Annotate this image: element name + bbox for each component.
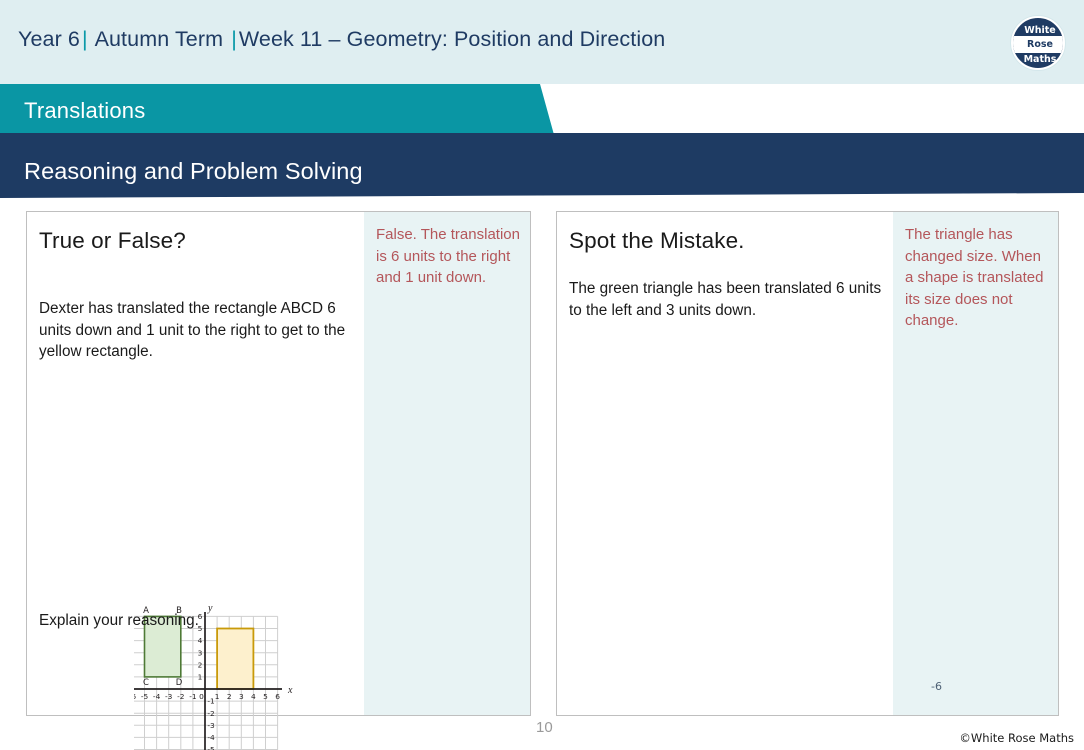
svg-text:4: 4	[198, 636, 203, 645]
y-tick-labels-left: 6 5 4 3 2 1 -1 -2 -3 -4 -5 -6	[198, 612, 215, 750]
yellow-rectangle	[216, 627, 255, 690]
svg-text:-3: -3	[207, 721, 215, 730]
section-banner-label: Reasoning and Problem Solving	[24, 158, 363, 184]
svg-text:1: 1	[215, 692, 220, 701]
question-panel-1: True or False? Dexter has translated the…	[26, 211, 531, 750]
svg-text:-6: -6	[134, 692, 136, 701]
breadcrumb: Year 6| Autumn Term |Week 11 – Geometry:…	[18, 27, 665, 52]
svg-text:-4: -4	[207, 733, 215, 742]
breadcrumb-term: Autumn Term	[94, 27, 224, 51]
svg-text:-1: -1	[189, 692, 197, 701]
page-number: 10	[536, 719, 553, 736]
x-axis-label-left: x	[287, 685, 293, 696]
question-body-1: True or False? Dexter has translated the…	[27, 212, 365, 750]
white-rose-maths-logo: White Rose Maths	[1011, 16, 1065, 70]
svg-text:-5: -5	[207, 745, 215, 750]
svg-text:-2: -2	[177, 692, 184, 701]
breadcrumb-separator-1: |	[81, 27, 88, 51]
question-text-2: The green triangle has been translated 6…	[569, 280, 882, 319]
coordinate-grid-left: y x -6 -5 -4 -3 -2 -1 0 1 2 3 4 5 6	[134, 603, 293, 750]
svg-text:-4: -4	[153, 692, 161, 701]
svg-text:4: 4	[251, 692, 256, 701]
header-band: Year 6| Autumn Term |Week 11 – Geometry:…	[0, 0, 1084, 84]
slide-page: Year 6| Autumn Term |Week 11 – Geometry:…	[0, 0, 1084, 750]
question-title-2: Spot the Mistake.	[569, 228, 745, 253]
answer-body-1: False. The translation is 6 units to the…	[364, 212, 530, 715]
vertex-label-D: D	[176, 678, 183, 688]
svg-text:2: 2	[227, 692, 232, 701]
svg-text:3: 3	[239, 692, 244, 701]
svg-text:-1: -1	[207, 697, 215, 706]
svg-text:-5: -5	[141, 692, 149, 701]
svg-text:1: 1	[198, 673, 203, 682]
stray-label: -6	[931, 680, 942, 693]
question-body-2: Spot the Mistake. The green triangle has…	[557, 212, 894, 715]
svg-text:5: 5	[263, 692, 268, 701]
svg-text:3: 3	[198, 648, 203, 657]
answer-text-1: False. The translation is 6 units to the…	[376, 226, 520, 287]
breadcrumb-separator-2: |	[231, 27, 237, 51]
question-title-1: True or False?	[39, 228, 186, 253]
logo-line-white: White	[1024, 25, 1056, 36]
y-axis-label-left: y	[207, 603, 213, 614]
logo-line-maths: Maths	[1023, 54, 1057, 65]
svg-text:0: 0	[199, 692, 204, 701]
topic-banner-label: Translations	[24, 98, 146, 123]
question-panel-2: Spot the Mistake. The green triangle has…	[556, 211, 1059, 716]
svg-text:2: 2	[198, 660, 203, 669]
copyright-notice: ©White Rose Maths	[959, 731, 1074, 745]
svg-text:6: 6	[275, 692, 280, 701]
answer-text-2: The triangle has changed size. When a sh…	[905, 226, 1044, 330]
svg-text:-3: -3	[165, 692, 173, 701]
breadcrumb-year: Year 6	[18, 27, 80, 51]
breadcrumb-week: Week 11 – Geometry: Position and Directi…	[238, 27, 666, 51]
logo-line-rose: Rose	[1027, 39, 1053, 50]
answer-body-2: The triangle has changed size. When a sh…	[893, 212, 1058, 715]
question-footer-1: Explain your reasoning.	[39, 612, 199, 629]
question-text-1: Dexter has translated the rectangle ABCD…	[39, 300, 346, 361]
vertex-label-C: C	[143, 678, 149, 688]
svg-text:-2: -2	[207, 709, 214, 718]
